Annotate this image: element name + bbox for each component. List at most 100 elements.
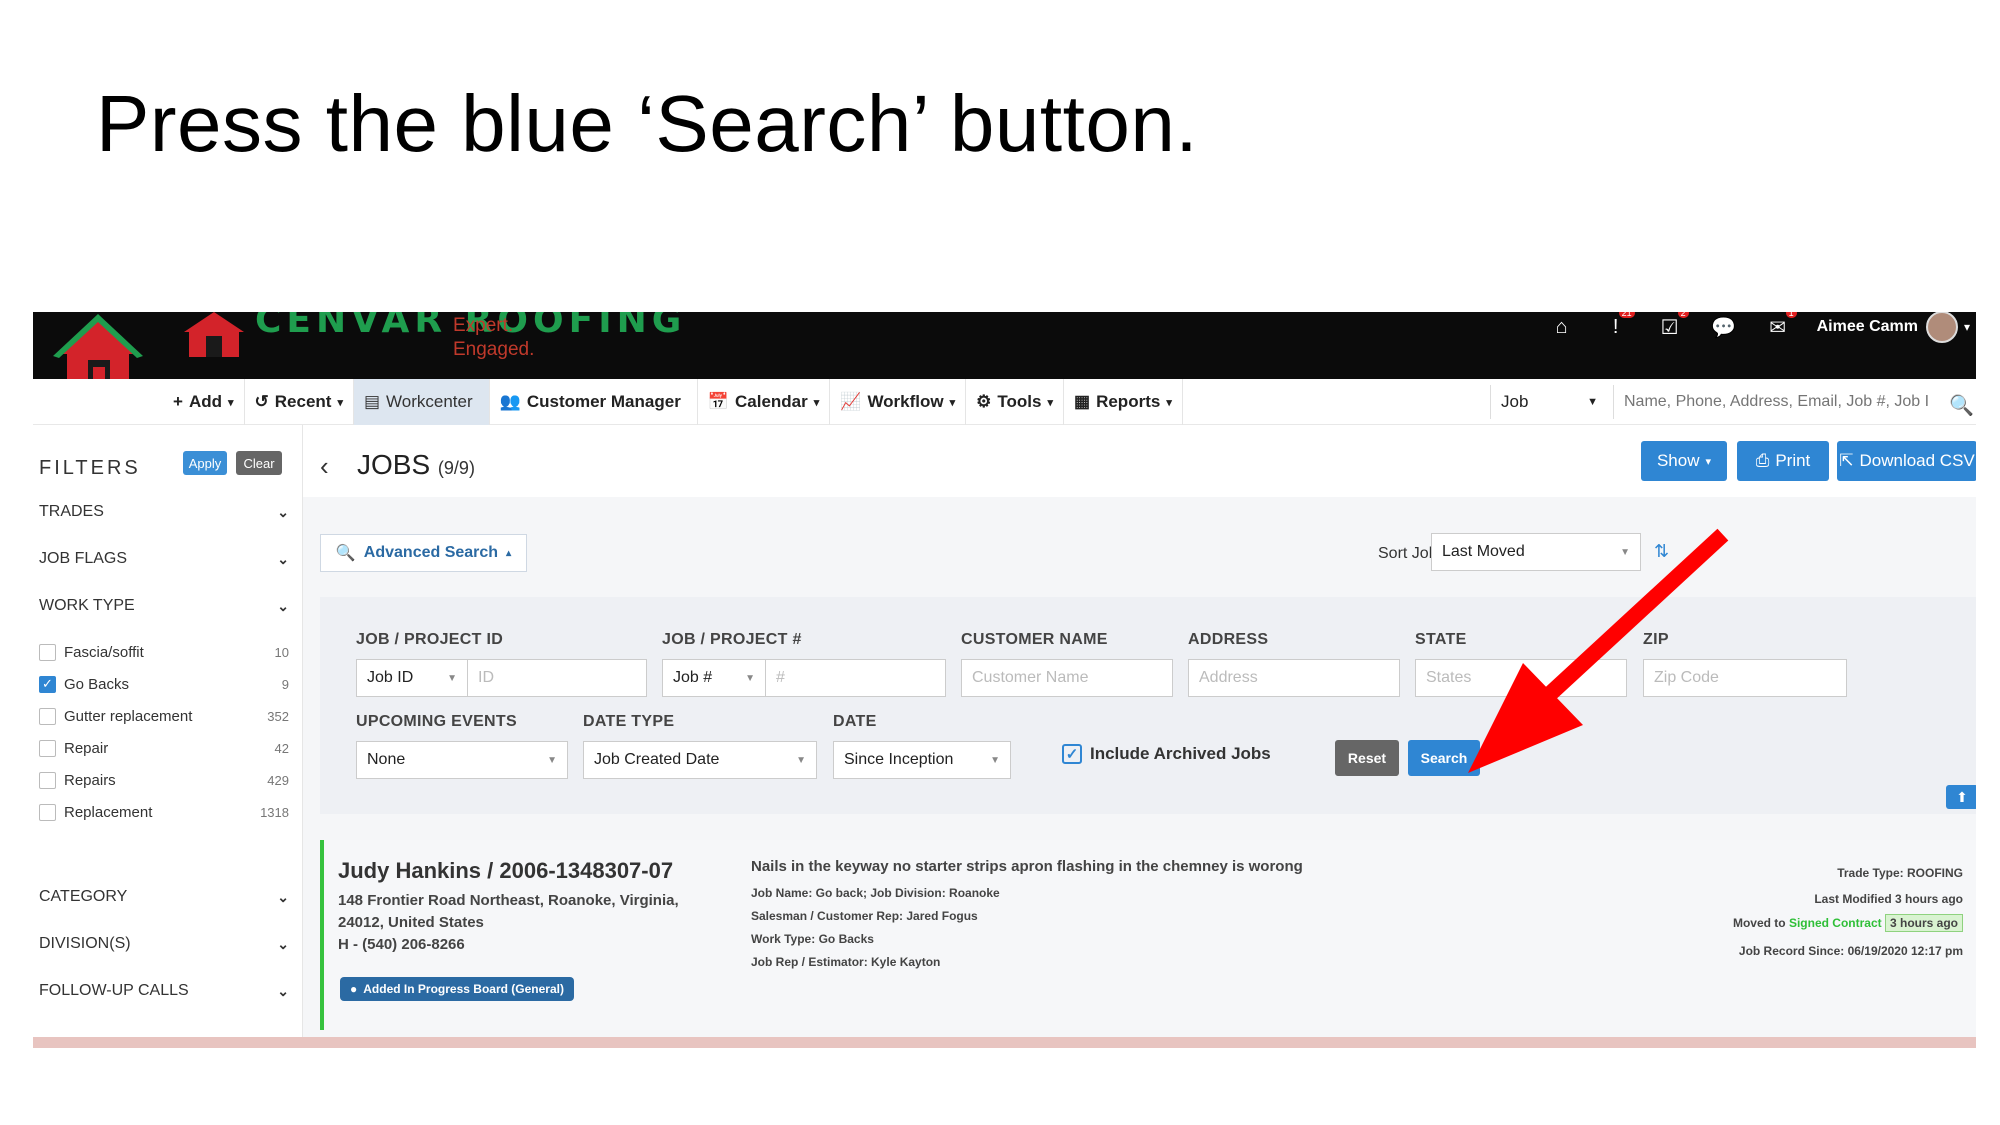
work-type-count: 10 <box>274 644 289 660</box>
top-icon-group: ⌂ ! 21 ☑ 2 💬 ✉ 1 Aimee Camm ▾ <box>1535 312 1976 343</box>
upcoming-events-value: None <box>367 751 406 768</box>
id-type-value: Job ID <box>367 669 414 686</box>
clear-filters-button[interactable]: Clear <box>236 451 282 475</box>
nav-item-5[interactable]: 📈 Workflow ▾ <box>830 379 967 425</box>
checkbox-icon[interactable] <box>39 803 56 821</box>
checkbox-icon[interactable]: ✓ <box>39 675 56 693</box>
download-csv-button[interactable]: ⇱ Download CSV <box>1837 441 1976 481</box>
user-menu-caret-icon[interactable]: ▾ <box>1964 320 1970 334</box>
chevron-down-icon: ▾ <box>1166 396 1172 409</box>
global-search-input[interactable] <box>1613 385 1953 419</box>
chat-icon[interactable]: 💬 <box>1697 312 1751 342</box>
chevron-down-icon: ▼ <box>990 754 1000 766</box>
instruction-text: Press the blue ‘Search’ button. <box>96 79 1199 168</box>
address-input[interactable]: Address <box>1188 659 1400 697</box>
work-type-option[interactable]: Repair 42 <box>39 737 289 759</box>
job-phone: H - (540) 206-8266 <box>338 936 465 953</box>
last-modified: Last Modified 3 hours ago <box>1814 892 1963 906</box>
nav-icon: ▤ <box>363 392 381 411</box>
chevron-down-icon: ⌄ <box>277 550 289 567</box>
label-address: ADDRESS <box>1188 631 1269 648</box>
reset-button[interactable]: Reset <box>1335 740 1399 776</box>
nav-label: Tools <box>997 392 1042 411</box>
work-type-option[interactable]: Repairs 429 <box>39 769 289 791</box>
job-card[interactable]: Judy Hankins / 2006-1348307-07 148 Front… <box>320 840 1976 1030</box>
print-button[interactable]: ⎙ Print <box>1737 441 1829 481</box>
checkbox-icon[interactable] <box>39 643 56 661</box>
filter-section[interactable]: JOB FLAGS ⌄ <box>39 547 289 571</box>
roofing-logo-icon <box>184 312 244 357</box>
search-type-select[interactable]: Job ▼ <box>1490 385 1608 419</box>
job-title[interactable]: Judy Hankins / 2006-1348307-07 <box>338 858 673 884</box>
nav-item-4[interactable]: 📅 Calendar ▾ <box>698 379 831 425</box>
upcoming-events-select[interactable]: None ▼ <box>356 741 568 779</box>
scroll-up-icon[interactable]: ⬆ <box>1946 785 1976 809</box>
date-value: Since Inception <box>844 751 954 768</box>
search-icon: 🔍 <box>335 545 356 562</box>
tasks-icon[interactable]: ☑ 2 <box>1643 312 1697 342</box>
id-type-select[interactable]: Job ID ▼ <box>356 659 468 697</box>
filter-section[interactable]: WORK TYPE ⌄ <box>39 594 289 618</box>
date-type-select[interactable]: Job Created Date ▼ <box>583 741 817 779</box>
mail-icon[interactable]: ✉ 1 <box>1751 312 1805 342</box>
label-zip: ZIP <box>1643 631 1669 648</box>
tagline-line-1: Expert. <box>453 315 514 336</box>
tagline-line-2: Engaged. <box>453 339 535 360</box>
job-address: 148 Frontier Road Northeast, Roanoke, Vi… <box>338 890 718 956</box>
filter-section[interactable]: DIVISION(S) ⌄ <box>39 932 289 956</box>
label-job-project-id: JOB / PROJECT ID <box>356 631 504 648</box>
work-type-label: Repair <box>64 739 109 757</box>
alert-icon[interactable]: ! 21 <box>1589 312 1643 342</box>
filter-section[interactable]: TRADES ⌄ <box>39 500 289 524</box>
show-button[interactable]: Show ▾ <box>1641 441 1727 481</box>
job-id-input[interactable]: ID <box>467 659 647 697</box>
moved-to: Moved to Signed Contract 3 hours ago <box>1733 914 1963 932</box>
include-archived-checkbox[interactable]: ✓ Include Archived Jobs <box>1062 744 1271 764</box>
back-chevron-icon[interactable]: ‹ <box>320 451 329 482</box>
nav-icon: 📈 <box>840 392 862 411</box>
checkbox-icon[interactable] <box>39 739 56 757</box>
home-icon[interactable]: ⌂ <box>1535 312 1589 342</box>
chevron-down-icon: ▼ <box>447 672 457 684</box>
date-type-value: Job Created Date <box>594 751 720 768</box>
label-customer-name: CUSTOMER NAME <box>961 631 1108 648</box>
work-type-count: 42 <box>274 740 289 756</box>
chevron-down-icon: ▼ <box>1587 396 1598 408</box>
checkbox-icon[interactable] <box>39 771 56 789</box>
filter-section-label: TRADES <box>39 503 104 520</box>
filter-section[interactable]: FOLLOW-UP CALLS ⌄ <box>39 979 289 1003</box>
checkbox-icon[interactable] <box>39 707 56 725</box>
apply-filters-button[interactable]: Apply <box>183 451 227 475</box>
nav-item-0[interactable]: + Add ▾ <box>163 379 245 425</box>
num-type-select[interactable]: Job # ▼ <box>662 659 766 697</box>
search-button[interactable]: Search <box>1408 740 1480 776</box>
bottom-strip <box>33 1037 1976 1048</box>
job-number-input[interactable]: # <box>765 659 946 697</box>
filters-sidebar: FILTERS Apply Clear TRADES ⌄ JOB FLAGS ⌄ WOR… <box>33 425 303 1048</box>
advanced-search-toggle[interactable]: 🔍 Advanced Search ▴ <box>320 534 527 572</box>
num-type-value: Job # <box>673 669 713 686</box>
nav-item-2[interactable]: ▤ Workcenter <box>353 379 490 425</box>
date-select[interactable]: Since Inception ▼ <box>833 741 1011 779</box>
customer-name-input[interactable]: Customer Name <box>961 659 1173 697</box>
nav-item-3[interactable]: 👥 Customer Manager <box>490 379 698 425</box>
nav-item-6[interactable]: ⚙ Tools ▾ <box>966 379 1065 425</box>
user-name[interactable]: Aimee Camm <box>1817 318 1918 336</box>
search-icon[interactable]: 🔍 <box>1949 393 1974 418</box>
work-type-label: Gutter replacement <box>64 707 193 725</box>
sort-direction-icon[interactable]: ⇅ <box>1654 541 1669 562</box>
chevron-down-icon: ⌄ <box>277 503 289 520</box>
avatar[interactable] <box>1925 312 1958 343</box>
work-type-option[interactable]: ✓ Go Backs 9 <box>39 673 289 695</box>
work-type-option[interactable]: Gutter replacement 352 <box>39 705 289 727</box>
sort-select[interactable]: Last Moved ▼ <box>1431 533 1641 571</box>
moved-to-time: 3 hours ago <box>1884 914 1963 932</box>
state-input[interactable]: States <box>1415 659 1627 697</box>
work-type-option[interactable]: Replacement 1318 <box>39 801 289 823</box>
zip-input[interactable]: Zip Code <box>1643 659 1847 697</box>
nav-label: Workflow <box>867 392 944 411</box>
nav-item-1[interactable]: ↺ Recent ▾ <box>245 379 354 425</box>
work-type-option[interactable]: Fascia/soffit 10 <box>39 641 289 663</box>
nav-item-7[interactable]: ▦ Reports ▾ <box>1064 379 1183 425</box>
filter-section[interactable]: CATEGORY ⌄ <box>39 885 289 909</box>
